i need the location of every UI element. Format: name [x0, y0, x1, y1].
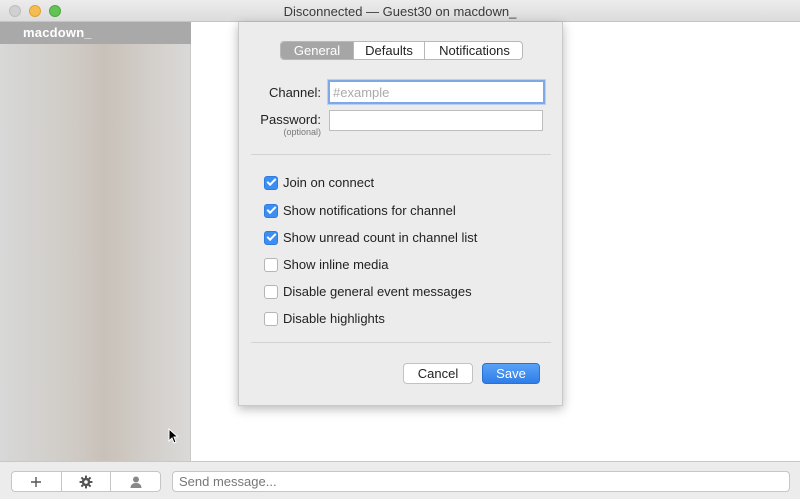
password-field[interactable]: [329, 110, 543, 131]
plus-icon: [31, 476, 42, 487]
option-disable-highlights[interactable]: Disable highlights: [264, 311, 385, 326]
send-message-input[interactable]: [172, 471, 790, 492]
channel-settings-sheet: General Defaults Notifications Channel: …: [238, 22, 563, 406]
channel-label: Channel:: [268, 85, 321, 100]
option-show-inline-media[interactable]: Show inline media: [264, 257, 389, 272]
mouse-pointer-icon: [168, 428, 178, 444]
option-label: Show notifications for channel: [283, 203, 456, 218]
option-label: Show inline media: [283, 257, 389, 272]
settings-button[interactable]: [62, 472, 112, 491]
option-label: Join on connect: [283, 175, 375, 190]
option-disable-event-messages[interactable]: Disable general event messages: [264, 284, 472, 299]
option-join-on-connect[interactable]: Join on connect: [264, 175, 374, 190]
divider-bottom: [251, 342, 551, 343]
checkbox-show-inline-media[interactable]: [264, 257, 278, 272]
window-title: Disconnected — Guest30 on macdown_: [283, 4, 517, 19]
checkbox-join-on-connect[interactable]: [264, 175, 278, 190]
tab-defaults[interactable]: Defaults: [354, 42, 425, 59]
option-label: Disable highlights: [283, 311, 385, 326]
save-button[interactable]: Save: [482, 363, 540, 384]
option-show-unread-count[interactable]: Show unread count in channel list: [264, 230, 477, 245]
bottom-bar: [0, 461, 800, 499]
option-label: Disable general event messages: [283, 284, 472, 299]
settings-tabs: General Defaults Notifications: [280, 41, 523, 60]
channel-field[interactable]: [328, 80, 545, 104]
option-label: Show unread count in channel list: [283, 230, 478, 245]
checkbox-show-notifications[interactable]: [264, 203, 278, 218]
checkbox-disable-event-messages[interactable]: [264, 284, 278, 299]
divider-top: [251, 154, 551, 155]
password-optional-label: (optional): [283, 127, 321, 137]
checkbox-disable-highlights[interactable]: [264, 311, 278, 326]
cancel-button[interactable]: Cancel: [403, 363, 473, 384]
tab-general[interactable]: General: [281, 42, 354, 59]
user-icon: [130, 476, 142, 488]
server-name-label: macdown_: [23, 25, 92, 40]
title-bar: Disconnected — Guest30 on macdown_: [0, 0, 800, 22]
sidebar: macdown_: [0, 22, 191, 461]
gear-icon: [79, 475, 93, 488]
checkbox-show-unread-count[interactable]: [264, 230, 278, 245]
tab-notifications[interactable]: Notifications: [425, 42, 522, 59]
option-show-notifications[interactable]: Show notifications for channel: [264, 203, 456, 218]
user-button[interactable]: [111, 472, 160, 491]
sidebar-item-server[interactable]: macdown_: [0, 22, 191, 44]
sidebar-actions-group: [11, 471, 161, 492]
password-label: Password:: [260, 112, 321, 127]
add-button[interactable]: [12, 472, 62, 491]
